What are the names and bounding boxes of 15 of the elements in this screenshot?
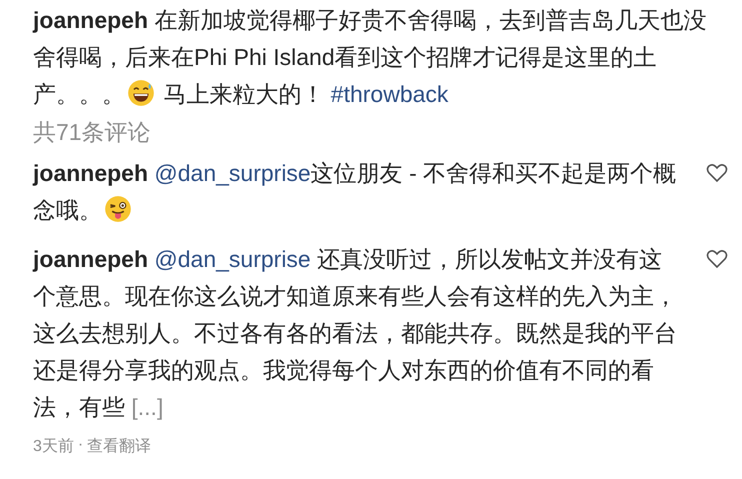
laughing-face-icon — [127, 79, 155, 107]
comment-text: joannepeh @dan_surprise这位朋友 - 不舍得和买不起是两个概念哦。 — [33, 159, 678, 225]
winking-tongue-face-icon — [104, 195, 132, 223]
separator-dot: · — [78, 436, 84, 455]
heart-icon[interactable] — [705, 161, 729, 185]
mention-link[interactable]: @dan_surprise — [154, 160, 311, 186]
mention-link[interactable]: @dan_surprise — [154, 246, 311, 272]
timestamp: 3天前 — [33, 437, 74, 457]
heart-icon[interactable] — [705, 247, 729, 271]
username-link[interactable]: joannepeh — [33, 7, 148, 33]
username-link[interactable]: joannepeh — [33, 160, 148, 186]
hashtag-link[interactable]: #throwback — [324, 81, 448, 107]
caption-text: joannepeh 在新加坡觉得椰子好贵不舍得喝，去到普吉岛几天也没舍得喝，后来在Phi Phi Island看到这个招牌才记得是这里的土产。。。 马上来粒大的！ #throwback — [33, 6, 708, 109]
comment-text: joannepeh @dan_surprise 还真没听过，所以发帖文并没有这个意思。现在你这么说才知道原来有些人会有这样的先入为主，这么去想别人。不过各有各的看法，都能共存。既然是我的平台还是得分享我的观点。我觉得每个人对东西的价值有不同的看法，有些 [...] — [33, 245, 678, 422]
username-link[interactable]: joannepeh — [33, 246, 148, 272]
